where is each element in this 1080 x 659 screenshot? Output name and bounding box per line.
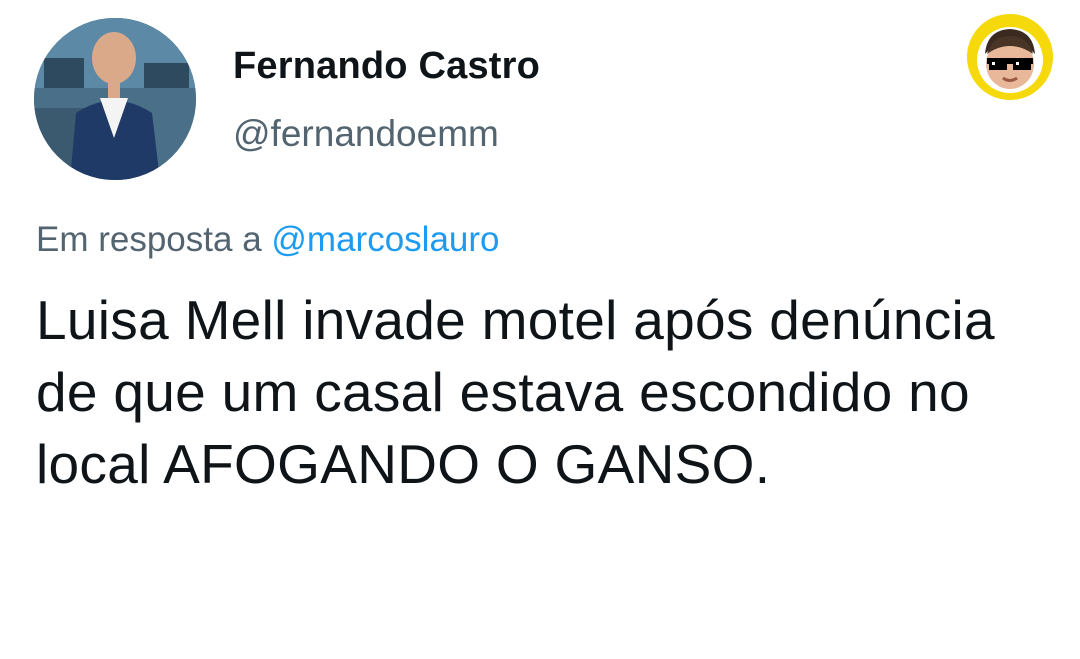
avatar-photo-icon bbox=[34, 18, 196, 180]
sunglasses-baby-emoji-icon[interactable] bbox=[967, 14, 1053, 100]
tweet-text: Luisa Mell invade motel após denúncia de… bbox=[36, 289, 995, 495]
avatar[interactable] bbox=[34, 18, 196, 180]
reply-mention-link[interactable]: @marcoslauro bbox=[271, 220, 499, 259]
reply-prefix: Em resposta a bbox=[36, 220, 262, 259]
author-handle[interactable]: @fernandoemm bbox=[233, 113, 499, 155]
reply-context: Em resposta a @marcoslauro bbox=[36, 220, 500, 260]
author-display-name[interactable]: Fernando Castro bbox=[233, 45, 540, 88]
